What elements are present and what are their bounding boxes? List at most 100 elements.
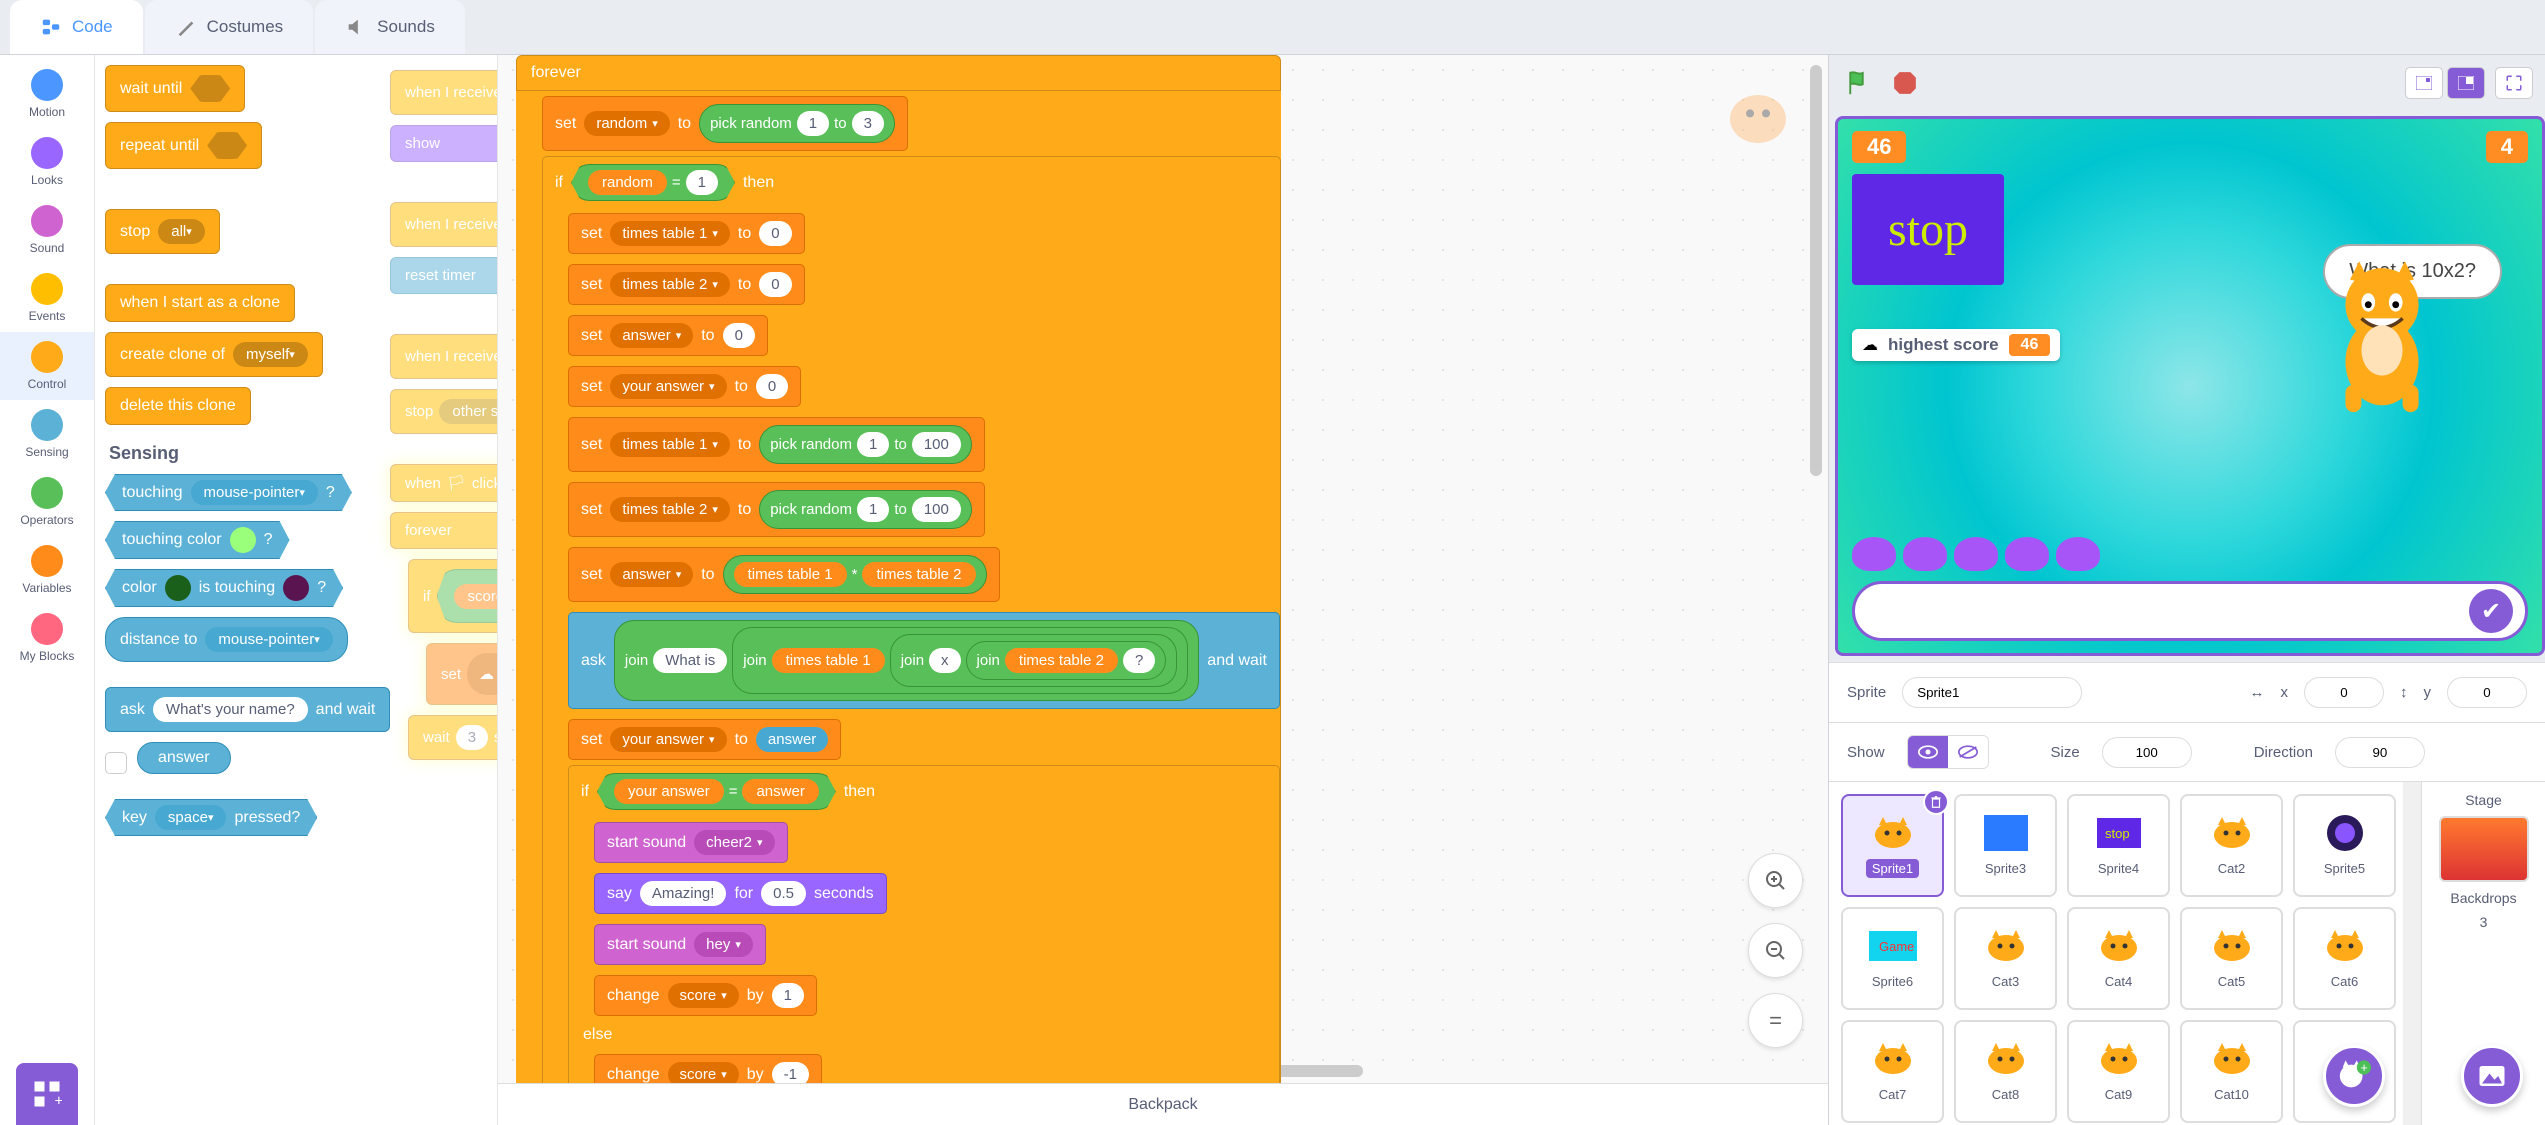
sprite-card[interactable]: Cat4 <box>2067 907 2170 1010</box>
set-tt2-random[interactable]: settimes table 2topick random1to100 <box>568 482 985 537</box>
stage[interactable]: 46 4 stop ☁ highest score 46 What is 10x… <box>1835 116 2545 656</box>
stage-small-button[interactable] <box>2405 67 2443 99</box>
sprite-direction-input[interactable] <box>2335 737 2425 768</box>
sprite-card[interactable]: Cat5 <box>2180 907 2283 1010</box>
green-flag-button[interactable] <box>1841 65 1877 101</box>
equals-operator[interactable]: random=1 <box>571 164 735 201</box>
set-tt2-zero[interactable]: settimes table 2to0 <box>568 264 805 305</box>
ask-join-block[interactable]: ask joinWhat is jointimes table 1 joinx … <box>568 612 1280 709</box>
block-repeat-until[interactable]: repeat until <box>105 122 262 169</box>
cat-myblocks[interactable]: My Blocks <box>0 604 94 672</box>
answer-submit-button[interactable]: ✔ <box>2469 589 2513 633</box>
svg-text:Game: Game <box>1879 939 1914 954</box>
backpack-panel[interactable]: Backpack <box>498 1083 1828 1125</box>
add-backdrop-button[interactable] <box>2461 1045 2523 1107</box>
if-random-block[interactable]: if random=1 then settimes table 1to0 set… <box>542 156 1281 1083</box>
hide-sprite-button[interactable] <box>1948 736 1988 768</box>
mouse-sprite[interactable] <box>1903 537 1947 571</box>
sprite-card[interactable]: Cat8 <box>1954 1020 2057 1123</box>
start-sound-hey[interactable]: start soundhey <box>594 924 766 965</box>
cat-sprite-on-stage[interactable] <box>2312 259 2452 419</box>
block-when-clone[interactable]: when I start as a clone <box>105 284 295 322</box>
change-score-minus[interactable]: changescoreby-1 <box>594 1054 822 1083</box>
sprite-card[interactable]: Cat10 <box>2180 1020 2283 1123</box>
block-touching[interactable]: touchingmouse-pointer? <box>105 474 352 511</box>
tab-costumes[interactable]: Costumes <box>145 0 314 54</box>
set-your-answer-sensing[interactable]: setyour answertoanswer <box>568 719 841 760</box>
sprite-y-input[interactable] <box>2447 677 2527 708</box>
cat-sound[interactable]: Sound <box>0 196 94 264</box>
answer-monitor-checkbox[interactable] <box>105 752 127 774</box>
block-ask[interactable]: askWhat's your name?and wait <box>105 687 390 732</box>
workspace-vscrollbar[interactable] <box>1810 65 1822 476</box>
answer-input[interactable] <box>1867 594 2469 629</box>
stage-large-button[interactable] <box>2447 67 2485 99</box>
block-delete-clone[interactable]: delete this clone <box>105 387 251 425</box>
sprite-list-scrollbar[interactable] <box>2403 782 2421 1125</box>
change-score-plus[interactable]: changescoreby1 <box>594 975 817 1016</box>
sprite-card[interactable]: GameSprite6 <box>1841 907 1944 1010</box>
say-amazing-block[interactable]: sayAmazing!for0.5seconds <box>594 873 887 914</box>
cat-control[interactable]: Control <box>0 332 94 400</box>
block-wait-until[interactable]: wait until <box>105 65 245 112</box>
forever-block[interactable]: forever <box>516 55 1281 91</box>
block-distance-to[interactable]: distance tomouse-pointer <box>105 617 348 662</box>
fullscreen-button[interactable] <box>2495 67 2533 99</box>
cat-looks[interactable]: Looks <box>0 128 94 196</box>
sprite-name-input[interactable] <box>1902 677 2082 708</box>
sprite-card[interactable]: Cat3 <box>1954 907 2057 1010</box>
cat-variables[interactable]: Variables <box>0 536 94 604</box>
mouse-sprite[interactable] <box>2005 537 2049 571</box>
start-sound-cheer[interactable]: start soundcheer2 <box>594 822 788 863</box>
if-correct-block[interactable]: if your answer=answer then start soundch… <box>568 765 1280 1083</box>
sprite-card[interactable]: Cat7 <box>1841 1020 1944 1123</box>
add-sprite-button[interactable]: + <box>2323 1045 2385 1107</box>
cat-events[interactable]: Events <box>0 264 94 332</box>
block-answer-reporter[interactable]: answer <box>137 742 231 774</box>
block-stop[interactable]: stopall <box>105 209 220 254</box>
tab-code[interactable]: Code <box>10 0 143 54</box>
zoom-reset-button[interactable]: = <box>1748 993 1803 1048</box>
script-workspace[interactable]: = forever set random to pick random1to3 … <box>498 55 1828 1083</box>
main-script-stack[interactable]: forever set random to pick random1to3 if… <box>516 55 1281 1083</box>
pick-random-reporter[interactable]: pick random1to3 <box>699 104 895 143</box>
sprite-card[interactable]: Cat9 <box>2067 1020 2170 1123</box>
set-random-block[interactable]: set random to pick random1to3 <box>542 96 908 151</box>
block-color-touching[interactable]: coloris touching? <box>105 569 343 607</box>
eye-icon <box>1918 745 1938 759</box>
sprite-card[interactable]: Cat6 <box>2293 907 2396 1010</box>
sprite-x-input[interactable] <box>2304 677 2384 708</box>
sprite-card[interactable]: stopSprite4 <box>2067 794 2170 897</box>
sprite-card[interactable]: Sprite1 <box>1841 794 1944 897</box>
set-tt1-zero[interactable]: settimes table 1to0 <box>568 213 805 254</box>
set-answer-zero[interactable]: setanswerto0 <box>568 315 768 356</box>
cat-motion[interactable]: Motion <box>0 60 94 128</box>
add-extension-button[interactable]: + <box>16 1063 78 1125</box>
set-tt1-random[interactable]: settimes table 1topick random1to100 <box>568 417 985 472</box>
mouse-sprite[interactable] <box>1852 537 1896 571</box>
sprite-thumbnail: stop <box>2095 813 2143 853</box>
show-sprite-button[interactable] <box>1908 736 1948 768</box>
stage-thumbnail[interactable] <box>2439 816 2529 882</box>
mouse-sprite[interactable] <box>2056 537 2100 571</box>
zoom-out-button[interactable] <box>1748 923 1803 978</box>
sprite-card[interactable]: Sprite3 <box>1954 794 2057 897</box>
block-touching-color[interactable]: touching color? <box>105 521 290 559</box>
set-answer-product[interactable]: setanswertotimes table 1*times table 2 <box>568 547 1000 602</box>
zoom-in-button[interactable] <box>1748 853 1803 908</box>
sprite-card[interactable]: Sprite5 <box>2293 794 2396 897</box>
tab-sounds[interactable]: Sounds <box>315 0 465 54</box>
block-key-pressed[interactable]: keyspacepressed? <box>105 799 317 836</box>
stop-sprite-button[interactable]: stop <box>1852 174 2004 285</box>
sprite-size-input[interactable] <box>2102 737 2192 768</box>
small-stage-icon <box>2416 76 2432 90</box>
delete-sprite-button[interactable] <box>1923 789 1949 815</box>
mouse-sprite[interactable] <box>1954 537 1998 571</box>
cat-operators[interactable]: Operators <box>0 468 94 536</box>
block-create-clone[interactable]: create clone ofmyself <box>105 332 323 377</box>
cat-sensing[interactable]: Sensing <box>0 400 94 468</box>
set-your-answer-zero[interactable]: setyour answerto0 <box>568 366 801 407</box>
cat-variables-label: Variables <box>22 581 71 595</box>
sprite-card[interactable]: Cat2 <box>2180 794 2283 897</box>
stop-all-button[interactable] <box>1887 65 1923 101</box>
